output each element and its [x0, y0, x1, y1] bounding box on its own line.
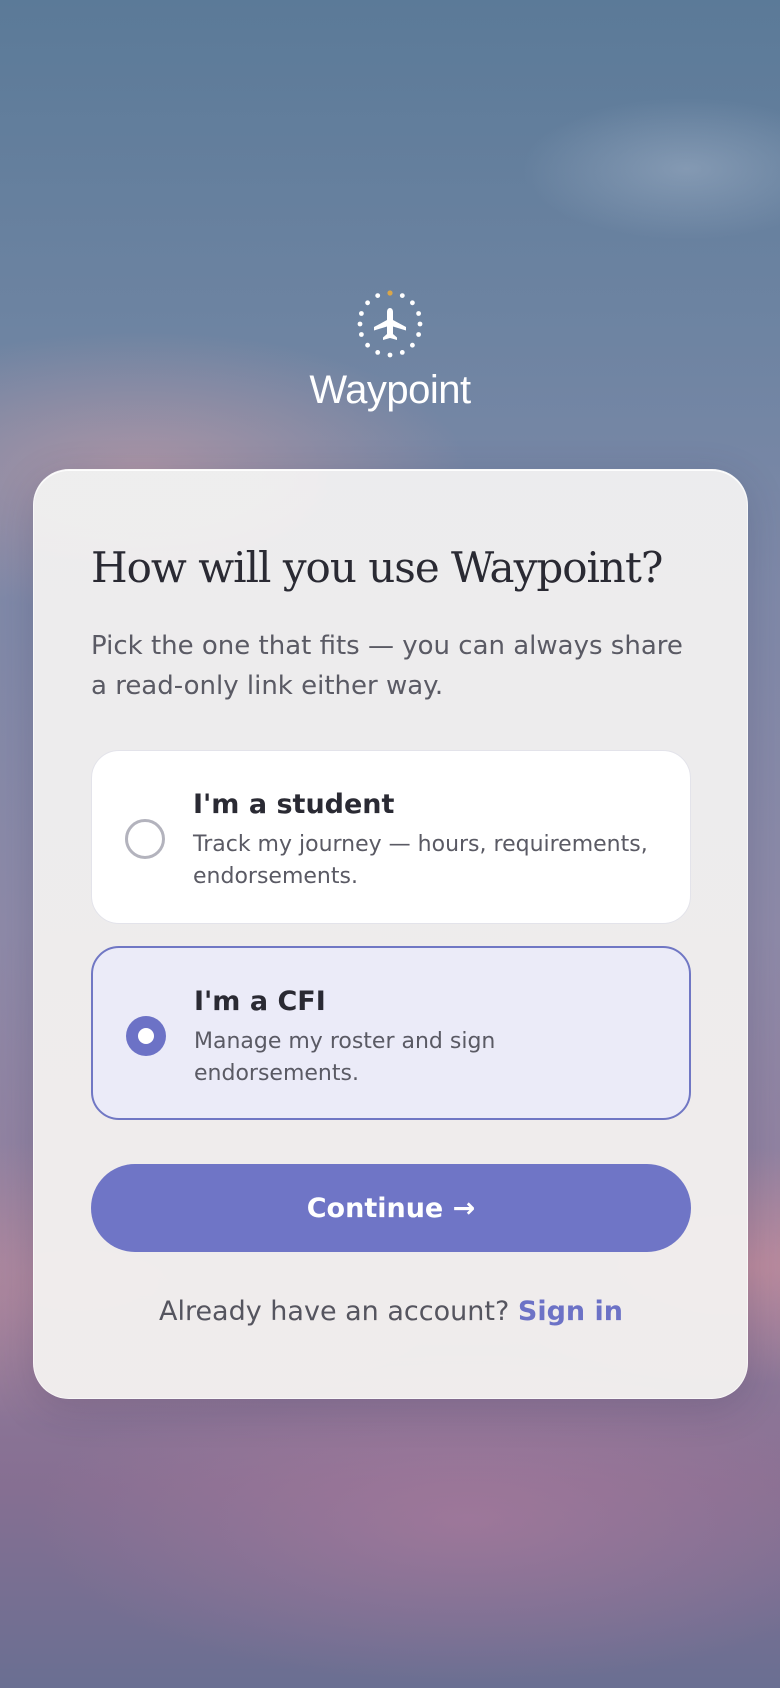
option-cfi-description: Manage my roster and sign endorsements. — [194, 1029, 496, 1086]
student-radio-button[interactable] — [125, 819, 165, 859]
page-title: How will you use Waypoint? — [91, 543, 663, 592]
option-cfi-title: I'm a CFI — [194, 986, 326, 1017]
brand-header: Waypoint — [0, 288, 780, 413]
cfi-radio-button[interactable] — [126, 1016, 166, 1056]
brand-name: Waypoint — [309, 368, 471, 412]
continue-button[interactable]: Continue → — [91, 1164, 691, 1252]
option-student[interactable]: I'm a student Track my journey — hours, … — [91, 750, 691, 924]
sign-in-prompt-text: Already have an account? — [158, 1296, 510, 1327]
option-cfi[interactable]: I'm a CFI Manage my roster and sign endo… — [91, 946, 691, 1120]
sign-in-link[interactable]: Sign in — [518, 1296, 623, 1327]
role-selection-card: How will you use Waypoint? Pick the one … — [33, 469, 748, 1399]
option-student-title: I'm a student — [193, 789, 395, 820]
sign-in-prompt: Already have an account? Sign in — [91, 1296, 691, 1327]
airplane-compass-icon — [357, 290, 423, 358]
option-student-description: Track my journey — hours, requirements, … — [193, 832, 648, 889]
page-subtitle: Pick the one that fits — you can always … — [91, 631, 683, 701]
